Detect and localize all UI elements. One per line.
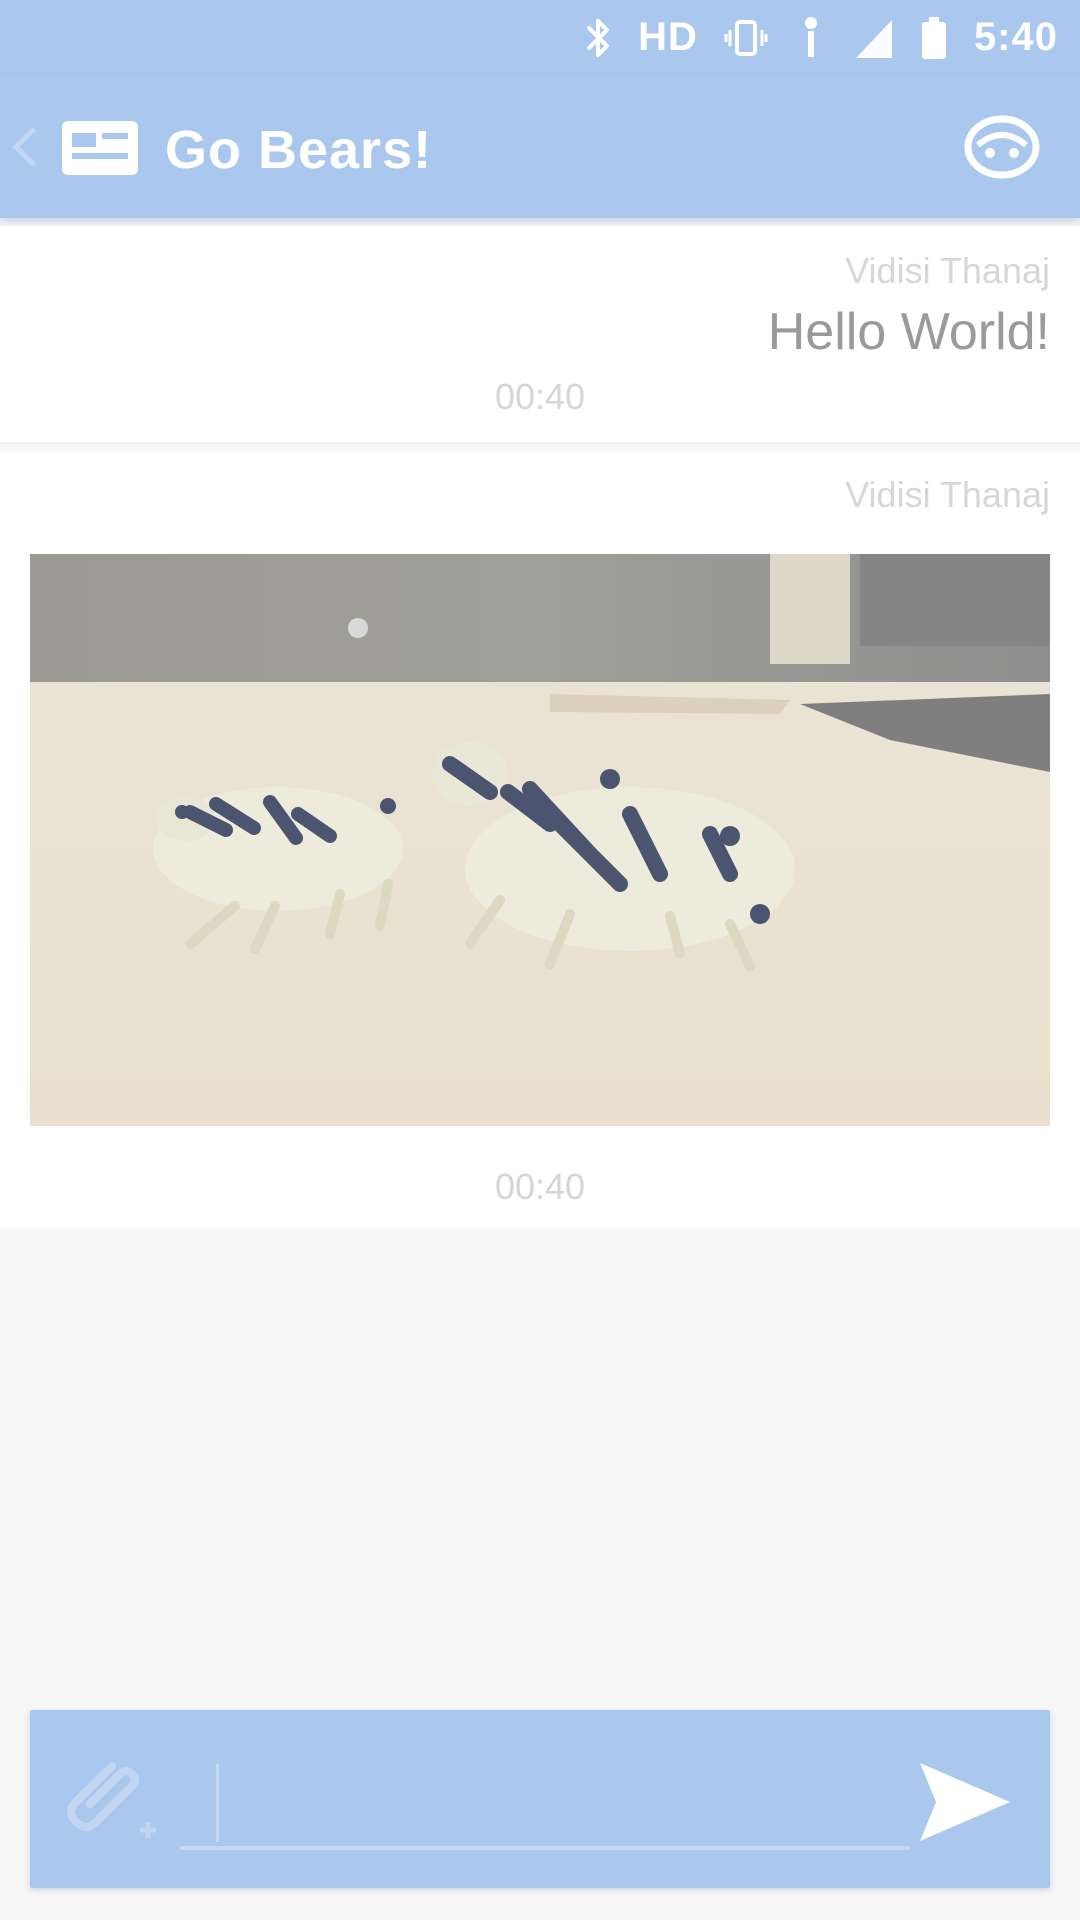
chat-title: Go Bears! — [165, 120, 433, 180]
status-time: 5:40 — [973, 15, 1058, 59]
send-icon — [920, 1763, 1010, 1841]
compose-bar — [30, 1710, 1050, 1888]
chat-screen: HD 5:40 Go Bears! Vidisi Thanaj Hello Wo… — [0, 0, 1080, 1920]
signal-icon — [854, 13, 894, 63]
group-chat-icon[interactable] — [962, 111, 1042, 183]
hd-icon: HD — [638, 15, 698, 59]
send-button[interactable] — [910, 1750, 1020, 1854]
bluetooth-icon — [586, 13, 612, 63]
text-cursor — [216, 1764, 219, 1842]
back-arrow-icon[interactable] — [10, 125, 40, 169]
paperclip-icon[interactable] — [52, 1750, 172, 1850]
message-photo[interactable] — [30, 554, 1050, 1126]
message-input[interactable] — [180, 1752, 910, 1850]
status-bar: HD 5:40 — [0, 0, 1080, 75]
message-sender: Vidisi Thanaj — [845, 250, 1050, 291]
message-time: 00:40 — [494, 376, 586, 417]
vibrate-icon — [724, 13, 768, 63]
battery-icon — [920, 13, 948, 63]
message-time: 00:40 — [494, 1166, 586, 1207]
message-text: Hello World! — [767, 303, 1050, 361]
wifi-icon — [794, 13, 828, 63]
message-item: Vidisi Thanaj 00:40 — [0, 452, 1080, 1228]
message-sender: Vidisi Thanaj — [845, 474, 1050, 515]
message-item: Vidisi Thanaj Hello World! 00:40 — [0, 226, 1080, 444]
app-bar: Go Bears! — [0, 75, 1080, 218]
app-logo-icon — [60, 117, 140, 179]
